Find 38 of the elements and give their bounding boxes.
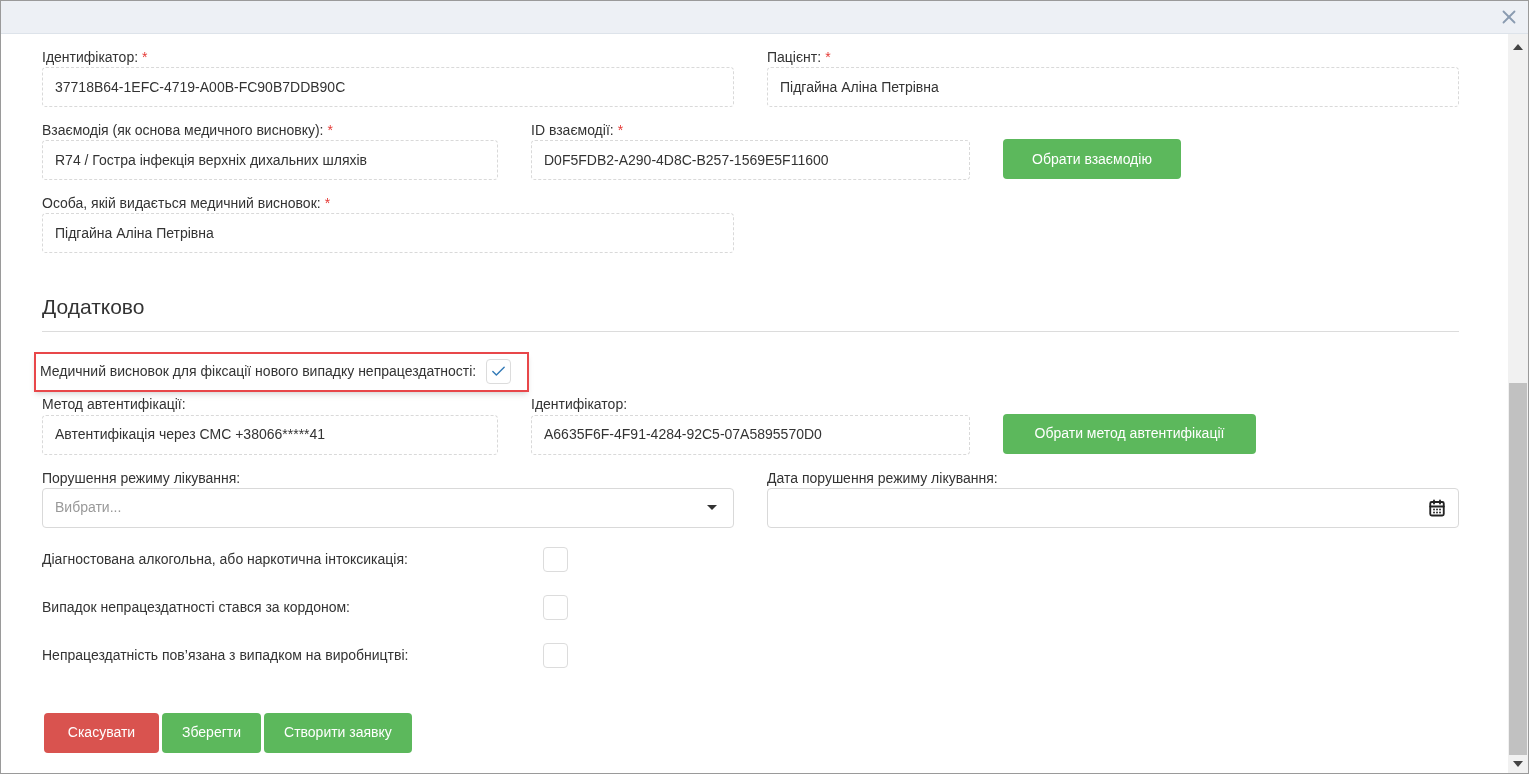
required-mark: * xyxy=(617,120,624,140)
input-field[interactable]: A6635F6F-4F91-4284-92C5-07A5895570D0 xyxy=(531,414,970,455)
scroll-thumb[interactable] xyxy=(1509,383,1527,755)
field-label: Пацієнт: xyxy=(767,47,822,67)
checkbox-label: Медичний висновок для фіксації нового випадку непрацездатності: xyxy=(40,362,477,381)
checkbox[interactable] xyxy=(486,359,512,384)
field-label: ID взаємодії: xyxy=(531,120,614,140)
input-field[interactable]: Підгайна Аліна Петрівна xyxy=(42,213,734,253)
checkbox[interactable] xyxy=(543,546,568,572)
calendar-icon[interactable] xyxy=(1428,498,1446,517)
date-field[interactable] xyxy=(767,487,1459,528)
input-field[interactable]: D0F5FDB2-A290-4D8C-B257-1569E5F11600 xyxy=(531,140,970,180)
required-mark: * xyxy=(142,47,148,67)
section-title: Додатково xyxy=(42,295,145,318)
field-label: Порушення режиму лікування: xyxy=(42,468,242,488)
required-mark: * xyxy=(825,47,831,67)
checkbox-label: Непрацездатність пов’язана з випадком на виробництві: xyxy=(42,645,410,665)
field-label: Взаємодія (як основа медичного висновку): xyxy=(42,120,324,140)
scroll-up-icon[interactable] xyxy=(1513,44,1523,50)
field-label: Ідентифікатор: xyxy=(531,395,628,414)
caret-icon xyxy=(707,505,717,510)
scroll-down-icon[interactable] xyxy=(1513,761,1523,767)
cancel-button[interactable]: Скасувати xyxy=(44,712,159,753)
input-field[interactable]: Автентифікація через СМС +38066*****41 xyxy=(42,414,498,455)
checkbox[interactable] xyxy=(543,594,568,620)
field-label: Ідентифікатор: xyxy=(42,47,139,67)
field-label: Особа, якій видається медичний висновок: xyxy=(42,193,321,213)
input-field[interactable]: 37718B64-1EFC-4719-A00B-FC90B7DDB90C xyxy=(42,67,734,107)
field-label: Дата порушення режиму лікування: xyxy=(767,468,999,488)
scrollbar[interactable] xyxy=(1508,34,1528,773)
checkbox-label: Діагностована алкогольна, або наркотична інтоксикація: xyxy=(42,549,409,569)
required-mark: * xyxy=(327,120,333,140)
input-field[interactable]: R74 / Гостра інфекція верхніх дихальних шляхів xyxy=(42,140,498,180)
input-field[interactable]: Підгайна Аліна Петрівна xyxy=(767,67,1459,107)
required-mark: * xyxy=(324,193,331,213)
checkbox-label: Випадок непрацездатності стався за кордоном: xyxy=(42,597,351,617)
field-label: Метод автентифікації: xyxy=(42,395,186,414)
checkbox[interactable] xyxy=(543,642,568,668)
